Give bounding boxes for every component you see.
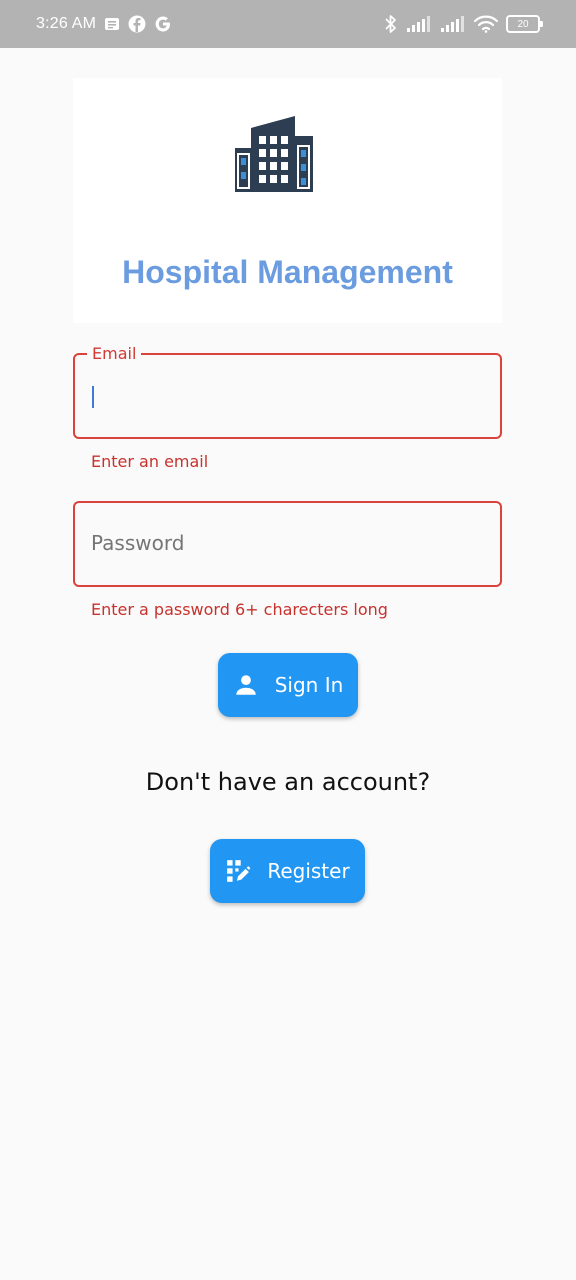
signal-icon [440, 15, 466, 33]
email-error: Enter an email [91, 452, 209, 471]
password-field[interactable]: Password [73, 501, 502, 587]
facebook-icon [128, 15, 146, 33]
password-placeholder: Password [91, 531, 185, 555]
app-registration-icon [225, 858, 251, 884]
app-title: Hospital Management [122, 254, 453, 290]
sign-in-button[interactable]: Sign In [218, 653, 358, 717]
battery-icon: 20 [506, 15, 543, 33]
email-label: Email [87, 344, 142, 364]
status-right: 20 [384, 14, 543, 34]
notes-icon [104, 16, 120, 32]
password-error: Enter a password 6+ charecters long [91, 600, 388, 619]
status-time: 3:26 AM [36, 15, 97, 32]
signal-icon [406, 15, 432, 33]
person-icon [233, 672, 259, 698]
account-prompt: Don't have an account? [145, 768, 431, 796]
header-card: Hospital Management [73, 78, 502, 323]
status-left: 3:26 AM [36, 15, 172, 33]
register-button[interactable]: Register [210, 839, 365, 903]
battery-level: 20 [517, 18, 529, 30]
text-cursor [92, 386, 94, 408]
sign-in-label: Sign In [274, 673, 344, 697]
wifi-icon [474, 15, 498, 33]
bluetooth-icon [384, 14, 398, 34]
register-label: Register [267, 859, 350, 883]
hospital-building-icon [233, 114, 315, 199]
email-field[interactable]: Email [73, 344, 502, 439]
google-icon [154, 15, 172, 33]
status-bar: 3:26 AM 20 [0, 0, 576, 48]
